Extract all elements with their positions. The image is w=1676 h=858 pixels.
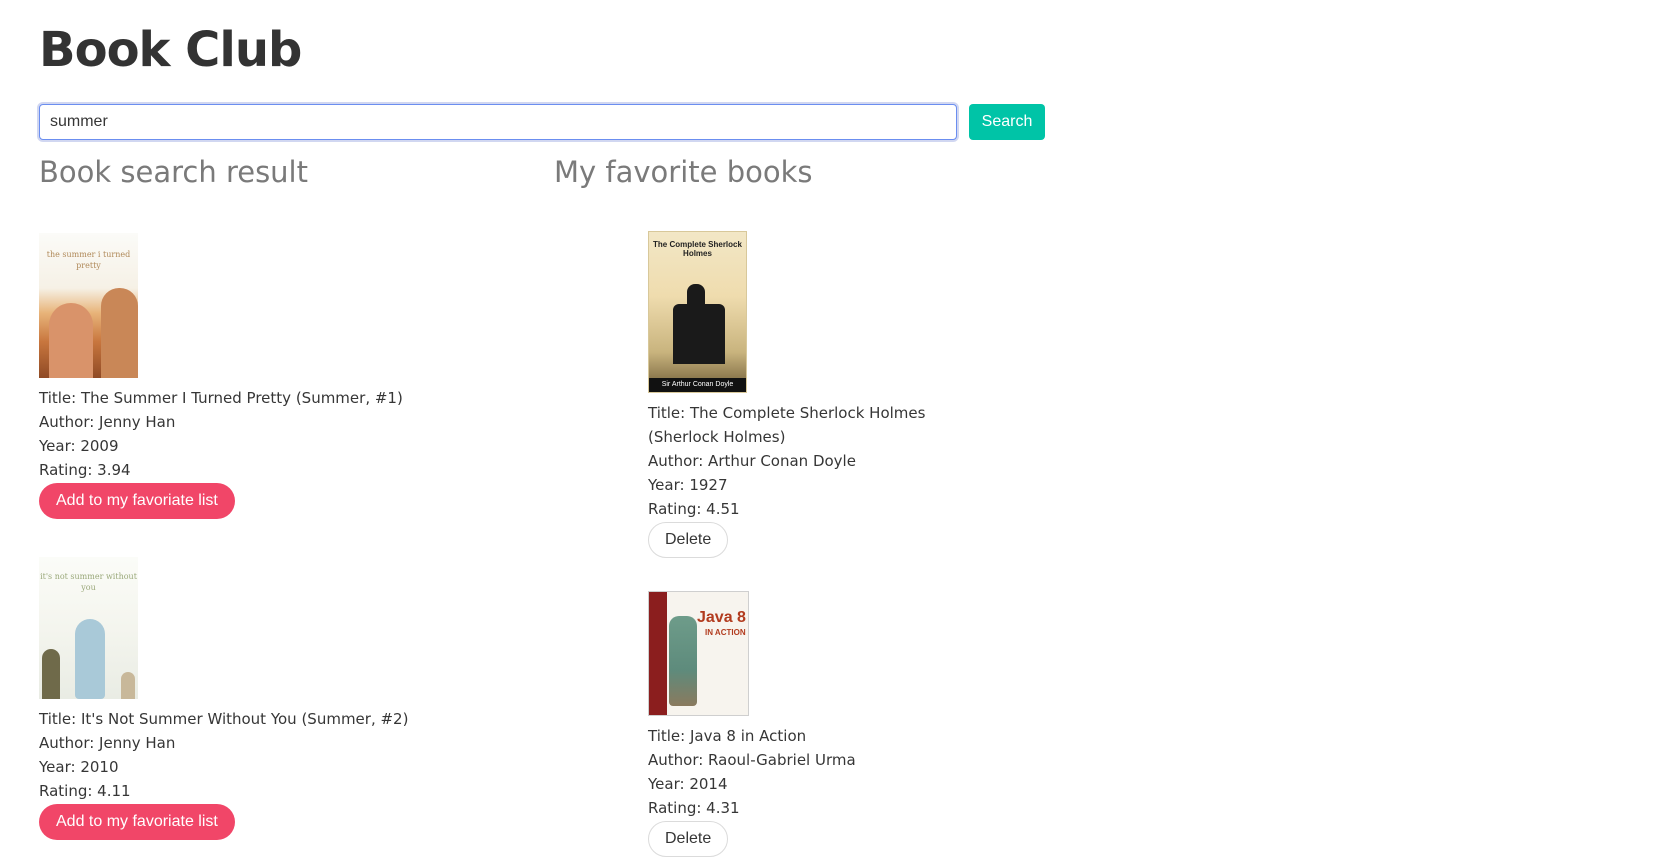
delete-favorite-button[interactable]: Delete bbox=[648, 821, 729, 857]
search-button[interactable]: Search bbox=[969, 104, 1045, 140]
search-results-heading: Book search result bbox=[39, 155, 308, 189]
book-cover-image: Java 8 IN ACTION bbox=[648, 591, 749, 716]
favorite-book-card: Java 8 IN ACTION Title: Java 8 in Action… bbox=[648, 591, 938, 857]
book-rating: Rating: 4.51 bbox=[648, 500, 740, 518]
book-rating: Rating: 4.31 bbox=[648, 799, 740, 817]
book-title: Title: The Summer I Turned Pretty (Summe… bbox=[39, 389, 403, 407]
book-cover-title: the summer i turned pretty bbox=[46, 250, 131, 270]
book-rating: Rating: 4.11 bbox=[39, 782, 131, 800]
search-result-card: the summer i turned pretty Title: The Su… bbox=[39, 233, 499, 519]
favorites-heading: My favorite books bbox=[554, 155, 813, 189]
book-cover-title: Java 8 bbox=[697, 609, 746, 626]
search-result-card: it's not summer without you Title: It's … bbox=[39, 557, 499, 840]
book-cover-title: The Complete Sherlock Holmes bbox=[653, 240, 742, 258]
book-year: Year: 2010 bbox=[39, 758, 119, 776]
book-author: Author: Jenny Han bbox=[39, 413, 176, 431]
book-author: Author: Jenny Han bbox=[39, 734, 176, 752]
book-title: Title: Java 8 in Action bbox=[648, 727, 807, 745]
book-cover-image: it's not summer without you bbox=[39, 557, 138, 699]
book-cover-title: it's not summer without you bbox=[40, 572, 137, 592]
book-author: Author: Raoul-Gabriel Urma bbox=[648, 751, 856, 769]
search-input[interactable] bbox=[39, 104, 957, 140]
book-cover-author: Sir Arthur Conan Doyle bbox=[649, 378, 746, 392]
book-year: Year: 2014 bbox=[648, 775, 728, 793]
book-year: Year: 1927 bbox=[648, 476, 728, 494]
book-cover-image: the summer i turned pretty bbox=[39, 233, 138, 378]
book-year: Year: 2009 bbox=[39, 437, 119, 455]
book-title: Title: The Complete Sherlock Holmes (She… bbox=[648, 404, 926, 446]
book-rating: Rating: 3.94 bbox=[39, 461, 131, 479]
book-title: Title: It's Not Summer Without You (Summ… bbox=[39, 710, 409, 728]
delete-favorite-button[interactable]: Delete bbox=[648, 522, 729, 558]
page-title: Book Club bbox=[39, 22, 302, 78]
book-cover-image: The Complete Sherlock Holmes Sir Arthur … bbox=[648, 231, 747, 393]
book-cover-subtitle: IN ACTION bbox=[705, 628, 746, 637]
add-to-favorites-button[interactable]: Add to my favoriate list bbox=[39, 483, 235, 519]
add-to-favorites-button[interactable]: Add to my favoriate list bbox=[39, 804, 235, 840]
book-author: Author: Arthur Conan Doyle bbox=[648, 452, 856, 470]
favorite-book-card: The Complete Sherlock Holmes Sir Arthur … bbox=[648, 231, 938, 558]
